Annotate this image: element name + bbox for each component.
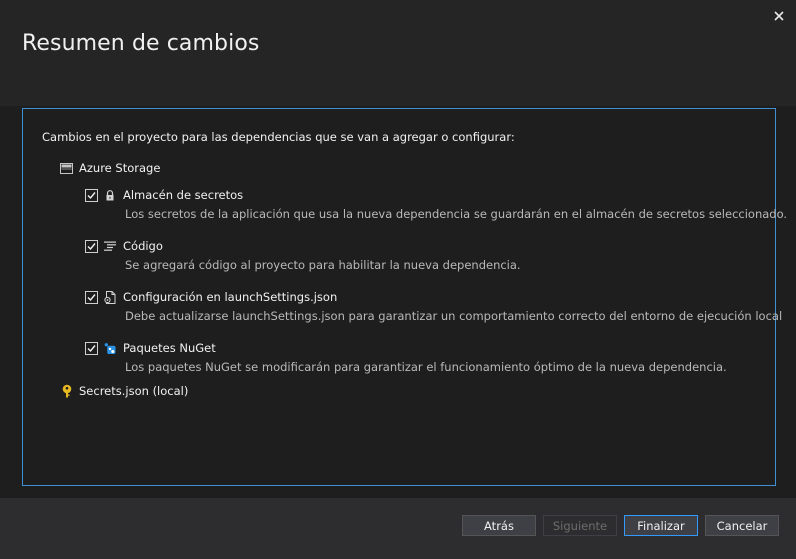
checkmark-icon (87, 191, 96, 199)
dialog-header: Resumen de cambios (0, 0, 796, 106)
group-secrets-json: Secrets.json (local) (60, 384, 188, 398)
key-icon (62, 384, 72, 398)
checkmark-icon (87, 242, 96, 250)
change-item-code: Código Se agregará código al proyecto pa… (85, 238, 521, 272)
change-item-label: Código (123, 239, 163, 253)
dialog-title: Resumen de cambios (22, 31, 260, 56)
change-item-description: Los secretos de la aplicación que usa la… (125, 207, 788, 221)
code-checkbox[interactable] (85, 239, 98, 253)
next-button[interactable]: Siguiente (543, 515, 617, 536)
checkmark-icon (87, 344, 96, 352)
change-item-nuget: Paquetes NuGet Los paquetes NuGet se mod… (85, 340, 727, 374)
change-item-description: Los paquetes NuGet se modificarán para g… (125, 360, 727, 374)
change-item-label: Paquetes NuGet (123, 341, 216, 355)
change-item-label: Configuración en launchSettings.json (123, 290, 338, 304)
checkmark-icon (87, 293, 96, 301)
group-azure-storage: Azure Storage (60, 161, 160, 175)
change-item-description: Debe actualizarse launchSettings.json pa… (125, 309, 783, 323)
cancel-button[interactable]: Cancelar (705, 515, 779, 536)
changes-intro: Cambios en el proyecto para las dependen… (42, 130, 515, 144)
change-item-label: Almacén de secretos (123, 188, 244, 202)
dialog-body: Cambios en el proyecto para las dependen… (0, 106, 796, 498)
back-button[interactable]: Atrás (462, 515, 536, 536)
change-item-secrets-store: Almacén de secretos Los secretos de la a… (85, 187, 787, 221)
nuget-checkbox[interactable] (85, 341, 98, 355)
summary-dialog: Resumen de cambios Cambios en el proyect… (0, 0, 796, 559)
close-button[interactable] (770, 8, 788, 24)
dialog-footer: Atrás Siguiente Finalizar Cancelar (0, 498, 796, 559)
finish-button[interactable]: Finalizar (624, 515, 698, 536)
nuget-icon (104, 342, 116, 354)
settings-file-icon (104, 290, 116, 304)
launch-settings-checkbox[interactable] (85, 290, 98, 304)
storage-icon (60, 162, 73, 174)
group-label: Secrets.json (local) (79, 384, 189, 398)
changes-panel: Cambios en el proyecto para las dependen… (22, 108, 787, 486)
close-icon (774, 11, 784, 21)
change-item-launch-settings: Configuración en launchSettings.json Deb… (85, 289, 782, 323)
secrets-store-checkbox[interactable] (85, 188, 98, 202)
group-label: Azure Storage (79, 161, 161, 175)
code-icon (104, 240, 116, 252)
change-item-description: Se agregará código al proyecto para habi… (125, 258, 521, 272)
lock-icon (104, 189, 116, 201)
